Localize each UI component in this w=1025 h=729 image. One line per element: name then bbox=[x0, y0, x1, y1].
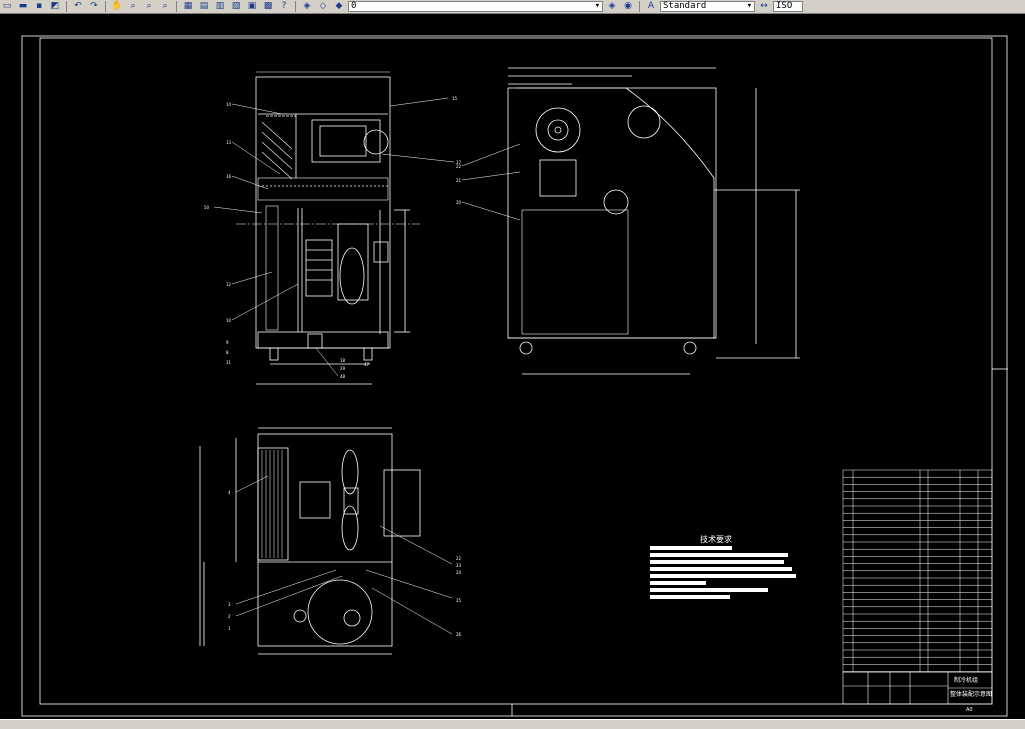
side-elevation-view bbox=[507, 67, 800, 375]
chevron-down-icon: ▾ bbox=[746, 1, 752, 11]
layer-tools-icon[interactable]: ◈ bbox=[605, 1, 619, 12]
layer-state-icon[interactable]: ◇ bbox=[316, 1, 330, 12]
part-label: 15 bbox=[452, 96, 458, 101]
part-label: 2 bbox=[228, 614, 231, 619]
part-label: 29 bbox=[340, 366, 346, 371]
inner-sheet-border bbox=[39, 37, 993, 705]
layer-manager-icon[interactable]: ◈ bbox=[300, 1, 314, 12]
text-style-value: Standard bbox=[663, 1, 707, 11]
tech-requirements-title: 技术要求 bbox=[700, 534, 732, 544]
pan-icon[interactable]: ✋ bbox=[110, 1, 124, 12]
tool-palettes-icon[interactable]: ▥ bbox=[213, 1, 227, 12]
part-label: 10 bbox=[226, 318, 232, 323]
plot-icon[interactable]: ◩ bbox=[48, 1, 62, 12]
title-block: 制冷机组 整体装配示意图 A0 bbox=[842, 671, 993, 713]
plan-section-view bbox=[199, 427, 421, 655]
part-label: 1 bbox=[228, 626, 231, 631]
help-icon[interactable]: ? bbox=[277, 1, 291, 12]
part-label: 23 bbox=[456, 563, 462, 568]
dim-style-dropdown[interactable]: ISO bbox=[773, 1, 803, 12]
toolbar-separator bbox=[66, 1, 67, 12]
part-label: 13 bbox=[226, 140, 232, 145]
new-icon[interactable]: ▭ bbox=[0, 1, 14, 12]
properties-icon[interactable]: ▦ bbox=[181, 1, 195, 12]
part-label: 21 bbox=[456, 178, 462, 183]
part-label: 16 bbox=[226, 174, 232, 179]
part-label: 20 bbox=[456, 200, 462, 205]
markup-icon[interactable]: ▣ bbox=[245, 1, 259, 12]
toolbar-separator bbox=[105, 1, 106, 12]
save-icon[interactable]: ▪ bbox=[32, 1, 46, 12]
part-label: 14 bbox=[226, 102, 232, 107]
part-label: 47 bbox=[364, 362, 370, 367]
cad-toolbar: ▭ ▬ ▪ ◩ ↶ ↷ ✋ ⌕ ⌕ ⌕ ▦ ▤ ▥ ▧ ▣ ▩ ? ◈ ◇ ◆ … bbox=[0, 0, 1025, 14]
text-style-dropdown[interactable]: Standard ▾ bbox=[660, 1, 755, 12]
title-line-2: 整体装配示意图 bbox=[950, 690, 992, 698]
layer-previous-icon[interactable]: ◆ bbox=[332, 1, 346, 12]
sheet-set-icon[interactable]: ▧ bbox=[229, 1, 243, 12]
part-label: 12 bbox=[226, 282, 232, 287]
part-label: 18 bbox=[340, 358, 346, 363]
drawing-canvas[interactable]: 14 15 13 16 50 17 12 10 9 8 11 18 29 48 … bbox=[0, 14, 1025, 719]
part-label: 22 bbox=[456, 556, 462, 561]
toolbar-separator bbox=[295, 1, 296, 12]
part-label: 9 bbox=[226, 340, 229, 345]
undo-icon[interactable]: ↶ bbox=[71, 1, 85, 12]
part-label: 26 bbox=[456, 632, 462, 637]
sheet-size-label: A0 bbox=[966, 707, 973, 713]
parts-list-table bbox=[842, 469, 993, 673]
part-label: 50 bbox=[204, 205, 210, 210]
design-center-icon[interactable]: ▤ bbox=[197, 1, 211, 12]
open-icon[interactable]: ▬ bbox=[16, 1, 30, 12]
zoom-window-icon[interactable]: ⌕ bbox=[142, 1, 156, 12]
dim-style-value: ISO bbox=[776, 1, 793, 11]
text-style-icon[interactable]: A bbox=[644, 1, 658, 12]
zoom-previous-icon[interactable]: ⌕ bbox=[158, 1, 172, 12]
toolbar-separator bbox=[176, 1, 177, 12]
part-label: 4 bbox=[228, 490, 231, 495]
part-label: 3 bbox=[228, 602, 231, 607]
dim-style-icon[interactable]: ↔ bbox=[757, 1, 771, 12]
layer-isolate-icon[interactable]: ◉ bbox=[621, 1, 635, 12]
technical-requirements: 技术要求 bbox=[650, 534, 796, 599]
part-label: 24 bbox=[456, 570, 462, 575]
part-label: 11 bbox=[226, 360, 232, 365]
part-label: 25 bbox=[456, 598, 462, 603]
title-line-1: 制冷机组 bbox=[954, 676, 978, 684]
calculator-icon[interactable]: ▩ bbox=[261, 1, 275, 12]
layer-value: 0 bbox=[351, 1, 357, 11]
zoom-realtime-icon[interactable]: ⌕ bbox=[126, 1, 140, 12]
part-label: 48 bbox=[340, 374, 346, 379]
redo-icon[interactable]: ↷ bbox=[87, 1, 101, 12]
chevron-down-icon: ▾ bbox=[594, 1, 600, 11]
part-label: 22 bbox=[456, 164, 462, 169]
part-label: 8 bbox=[226, 350, 229, 355]
toolbar-separator bbox=[639, 1, 640, 12]
front-section-view bbox=[236, 71, 420, 385]
layer-dropdown[interactable]: 0 ▾ bbox=[348, 1, 603, 12]
